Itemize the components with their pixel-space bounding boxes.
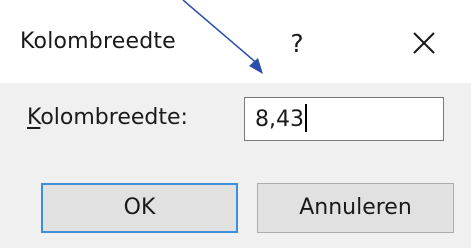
column-width-input[interactable]: 8,43 (244, 97, 444, 141)
column-width-dialog: Kolombreedte ? Kolombreedte: 8,43 OK Ann… (0, 0, 471, 248)
cancel-button[interactable]: Annuleren (257, 183, 454, 233)
text-caret (304, 104, 307, 132)
title-bar: Kolombreedte ? (0, 0, 471, 83)
close-button[interactable] (405, 26, 441, 62)
help-button[interactable]: ? (277, 24, 317, 64)
column-width-value: 8,43 (255, 107, 304, 132)
label-mnemonic: K (27, 105, 41, 130)
column-width-label: Kolombreedte: (27, 105, 188, 130)
dialog-title: Kolombreedte (20, 29, 176, 54)
close-icon (413, 32, 435, 54)
label-text: olombreedte: (40, 105, 188, 130)
ok-button[interactable]: OK (41, 183, 238, 233)
dialog-body: Kolombreedte: 8,43 OK Annuleren (0, 83, 471, 248)
